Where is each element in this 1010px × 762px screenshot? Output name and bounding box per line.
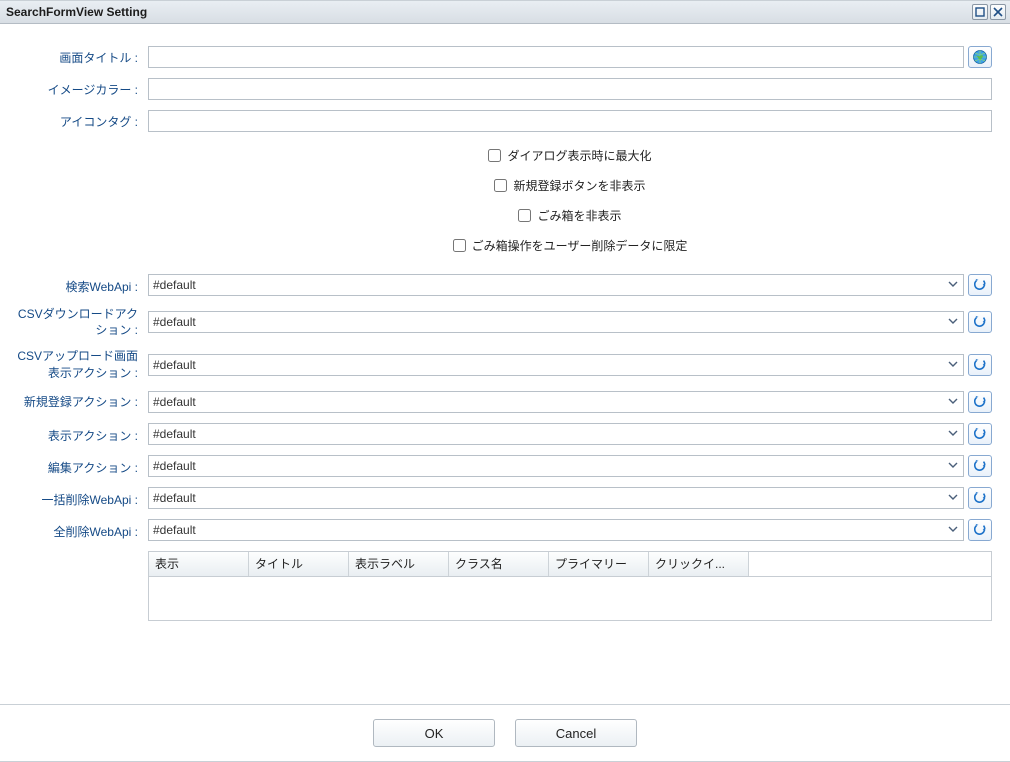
titlebar: SearchFormView Setting — [0, 1, 1010, 24]
label-new-register-action: 新規登録アクション : — [10, 394, 148, 410]
check-trash-user-deleted-label: ごみ箱操作をユーザー削除データに限定 — [472, 237, 688, 254]
refresh-icon — [973, 523, 987, 537]
globe-icon — [972, 49, 988, 65]
row-search-webapi: 検索WebApi : — [0, 274, 1010, 296]
maximize-icon — [975, 7, 985, 17]
cancel-button[interactable]: Cancel — [515, 719, 637, 747]
refresh-button[interactable] — [968, 391, 992, 413]
grid-header-cell[interactable]: プライマリー — [549, 552, 649, 576]
close-button[interactable] — [990, 4, 1006, 20]
ok-button-label: OK — [425, 726, 444, 741]
icon-tag-input[interactable] — [148, 110, 992, 132]
label-csv-download-action: CSVダウンロードアクション : — [10, 306, 148, 338]
label-search-webapi: 検索WebApi : — [10, 275, 148, 295]
row-csv-download-action: CSVダウンロードアクション : — [0, 306, 1010, 338]
row-batch-delete-webapi: 一括削除WebApi : — [0, 487, 1010, 509]
batch-delete-webapi-select[interactable] — [148, 487, 964, 509]
label-batch-delete-webapi: 一括削除WebApi : — [10, 488, 148, 508]
refresh-button[interactable] — [968, 423, 992, 445]
search-webapi-select[interactable] — [148, 274, 964, 296]
grid-header-cell[interactable]: 表示 — [149, 552, 249, 576]
refresh-icon — [973, 459, 987, 473]
form-scroll[interactable]: 画面タイトル : イメージカラー : — [0, 24, 1010, 704]
screen-title-input[interactable] — [148, 46, 964, 68]
label-edit-action: 編集アクション : — [10, 456, 148, 476]
close-icon — [993, 7, 1003, 17]
check-maximize-dialog-label: ダイアログ表示時に最大化 — [507, 147, 651, 164]
check-hide-trash-label: ごみ箱を非表示 — [537, 207, 621, 224]
csv-download-action-select[interactable] — [148, 311, 964, 333]
check-hide-new-button-label: 新規登録ボタンを非表示 — [513, 177, 645, 194]
check-trash-user-deleted-input[interactable] — [453, 239, 466, 252]
refresh-button[interactable] — [968, 354, 992, 376]
refresh-button[interactable] — [968, 274, 992, 296]
row-all-delete-webapi: 全削除WebApi : — [0, 519, 1010, 541]
refresh-icon — [973, 358, 987, 372]
row-screen-title: 画面タイトル : — [0, 46, 1010, 68]
check-hide-trash-input[interactable] — [518, 209, 531, 222]
row-view-action: 表示アクション : — [0, 423, 1010, 445]
csv-upload-view-action-select[interactable] — [148, 354, 964, 376]
check-maximize-dialog[interactable]: ダイアログ表示時に最大化 — [488, 144, 651, 166]
dialog-footer: OK Cancel — [0, 704, 1010, 761]
row-icon-tag: アイコンタグ : — [0, 110, 1010, 132]
cancel-button-label: Cancel — [556, 726, 596, 741]
view-action-select[interactable] — [148, 423, 964, 445]
row-image-color: イメージカラー : — [0, 78, 1010, 100]
grid-header-cell[interactable]: クリックイ... — [649, 552, 749, 576]
refresh-button[interactable] — [968, 311, 992, 333]
refresh-icon — [973, 491, 987, 505]
row-edit-action: 編集アクション : — [0, 455, 1010, 477]
row-grid: 表示 タイトル 表示ラベル クラス名 プライマリー クリックイ... — [0, 551, 1010, 621]
check-hide-trash[interactable]: ごみ箱を非表示 — [518, 204, 621, 226]
label-view-action: 表示アクション : — [10, 424, 148, 444]
refresh-button[interactable] — [968, 455, 992, 477]
refresh-icon — [973, 315, 987, 329]
maximize-button[interactable] — [972, 4, 988, 20]
grid-body — [149, 577, 991, 621]
label-csv-upload-view-action: CSVアップロード画面表示アクション : — [10, 348, 148, 380]
row-checkboxes: ダイアログ表示時に最大化 新規登録ボタンを非表示 ごみ箱を非表示 ごみ箱操作をユ… — [0, 142, 1010, 264]
grid-header-cell[interactable]: クラス名 — [449, 552, 549, 576]
grid-header-cell[interactable]: 表示ラベル — [349, 552, 449, 576]
localize-button[interactable] — [968, 46, 992, 68]
dialog-body: 画面タイトル : イメージカラー : — [0, 24, 1010, 704]
refresh-icon — [973, 278, 987, 292]
config-grid[interactable]: 表示 タイトル 表示ラベル クラス名 プライマリー クリックイ... — [148, 551, 992, 621]
refresh-button[interactable] — [968, 487, 992, 509]
row-csv-upload-view-action: CSVアップロード画面表示アクション : — [0, 348, 1010, 380]
check-trash-user-deleted[interactable]: ごみ箱操作をユーザー削除データに限定 — [453, 234, 688, 256]
refresh-icon — [973, 395, 987, 409]
check-hide-new-button-input[interactable] — [494, 179, 507, 192]
label-icon-tag: アイコンタグ : — [10, 110, 148, 130]
edit-action-select[interactable] — [148, 455, 964, 477]
refresh-button[interactable] — [968, 519, 992, 541]
image-color-input[interactable] — [148, 78, 992, 100]
dialog-window: SearchFormView Setting 画面タイトル : — [0, 0, 1010, 762]
refresh-icon — [973, 427, 987, 441]
window-title: SearchFormView Setting — [6, 5, 970, 19]
ok-button[interactable]: OK — [373, 719, 495, 747]
grid-header-cell[interactable]: タイトル — [249, 552, 349, 576]
row-new-register-action: 新規登録アクション : — [0, 391, 1010, 413]
label-screen-title: 画面タイトル : — [10, 46, 148, 66]
all-delete-webapi-select[interactable] — [148, 519, 964, 541]
check-hide-new-button[interactable]: 新規登録ボタンを非表示 — [494, 174, 645, 196]
label-image-color: イメージカラー : — [10, 78, 148, 98]
new-register-action-select[interactable] — [148, 391, 964, 413]
check-maximize-dialog-input[interactable] — [488, 149, 501, 162]
grid-header-row: 表示 タイトル 表示ラベル クラス名 プライマリー クリックイ... — [149, 552, 991, 577]
label-all-delete-webapi: 全削除WebApi : — [10, 520, 148, 540]
